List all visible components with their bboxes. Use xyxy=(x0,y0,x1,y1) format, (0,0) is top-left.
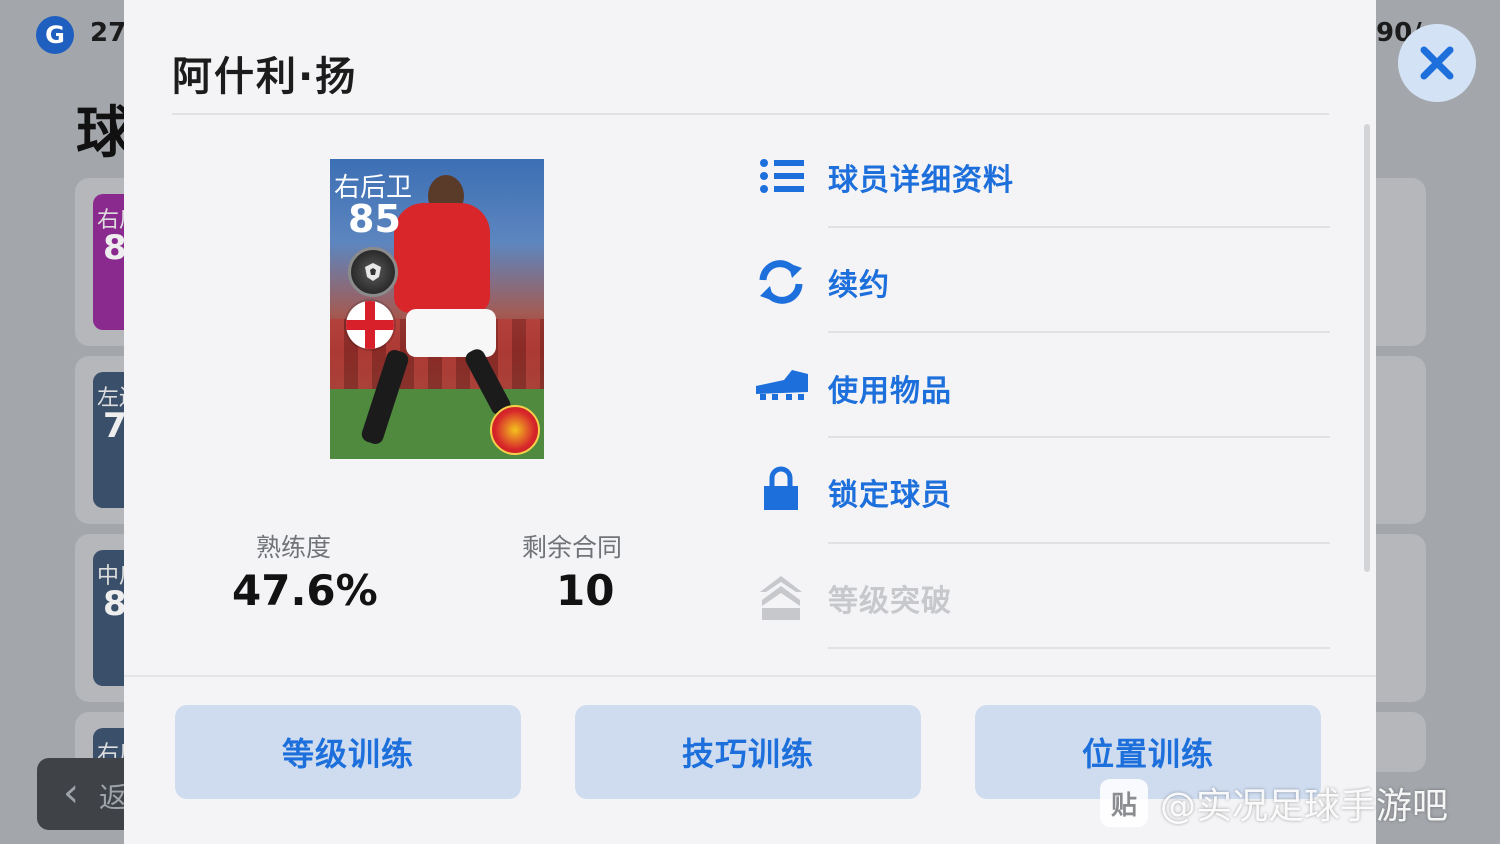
level-training-button[interactable]: 等级训练 xyxy=(175,705,521,799)
proficiency-label: 熟练度 xyxy=(256,533,332,562)
divider xyxy=(172,113,1329,115)
manchester-united-crest-icon xyxy=(490,405,540,455)
menu-item-label: 球员详细资料 xyxy=(828,163,1014,198)
divider xyxy=(828,647,1330,649)
list-item[interactable] xyxy=(1376,534,1426,702)
menu-item-label: 使用物品 xyxy=(828,374,952,409)
close-button[interactable] xyxy=(1398,24,1476,102)
skill-training-button[interactable]: 技巧训练 xyxy=(575,705,921,799)
contract-value: 10 xyxy=(556,566,615,615)
level-up-icon xyxy=(754,576,808,620)
lock-icon xyxy=(754,466,808,510)
menu-item-level-breakthrough[interactable]: 等级突破 xyxy=(754,576,1330,680)
card-rating: 85 xyxy=(348,197,401,241)
divider xyxy=(828,226,1330,228)
watermark-text: @实况足球手游吧 xyxy=(1160,786,1449,827)
menu-item-label: 锁定球员 xyxy=(828,478,952,513)
back-button-label: 返 xyxy=(99,781,128,814)
england-flag-icon xyxy=(346,301,394,349)
menu-item-label: 续约 xyxy=(828,268,890,303)
close-icon xyxy=(1420,46,1454,80)
menu-item-lock-player[interactable]: 锁定球员 xyxy=(754,466,1330,574)
refresh-icon xyxy=(754,260,808,304)
menu-item-label: 等级突破 xyxy=(828,584,952,619)
boot-icon xyxy=(754,366,808,410)
contract-label: 剩余合同 xyxy=(522,533,623,562)
list-item[interactable] xyxy=(1376,356,1426,524)
player-style-badge-icon xyxy=(348,247,398,297)
tieba-logo-icon: 贴 xyxy=(1100,779,1148,827)
proficiency-value: 47.6% xyxy=(232,566,378,615)
divider xyxy=(828,542,1330,544)
coin-icon: G xyxy=(36,16,74,54)
watermark: 贴 @实况足球手游吧 xyxy=(1100,778,1448,828)
menu-item-renew-contract[interactable]: 续约 xyxy=(754,260,1330,364)
menu-item-use-items[interactable]: 使用物品 xyxy=(754,366,1330,470)
player-card[interactable]: 右后卫 85 xyxy=(330,159,544,459)
divider xyxy=(828,436,1330,438)
scrollbar[interactable] xyxy=(1364,124,1370,572)
chevron-left-icon: ‹ xyxy=(63,770,79,816)
divider xyxy=(828,331,1330,333)
player-modal: 阿什利·扬 右后卫 85 熟练度 47.6% 剩余合同 10 球员详细资料 续约… xyxy=(124,0,1376,844)
list-item[interactable] xyxy=(1376,712,1426,772)
list-item[interactable] xyxy=(1376,178,1426,346)
menu-item-player-details[interactable]: 球员详细资料 xyxy=(754,155,1330,259)
list-icon xyxy=(754,155,808,199)
player-name: 阿什利·扬 xyxy=(172,54,358,100)
